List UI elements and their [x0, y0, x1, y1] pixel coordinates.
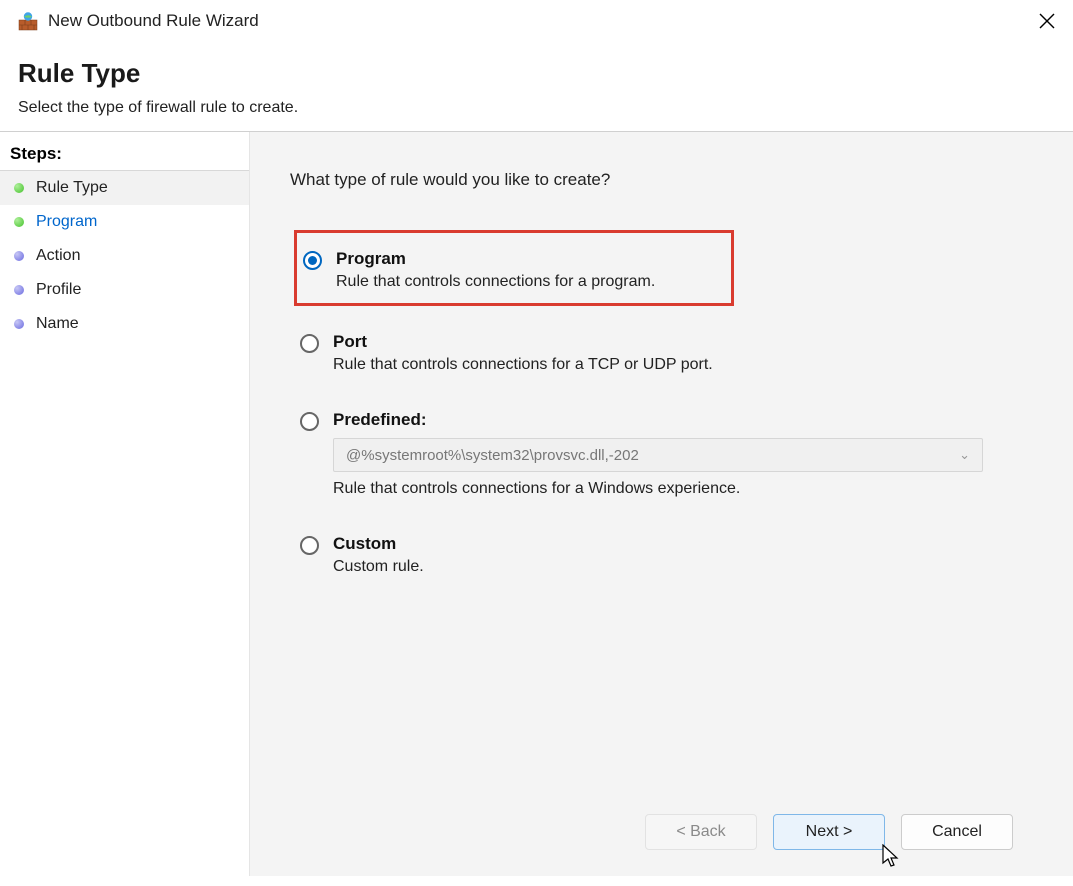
option-desc: Rule that controls connections for a Win…: [333, 480, 983, 498]
option-title: Port: [333, 332, 713, 352]
wizard-buttons: < Back Next > Cancel: [290, 794, 1043, 876]
page-subtitle: Select the type of firewall rule to crea…: [18, 99, 1055, 117]
option-title: Program: [336, 249, 655, 269]
option-desc: Custom rule.: [333, 558, 424, 576]
page-title: Rule Type: [18, 58, 1055, 89]
chevron-down-icon: ⌄: [959, 447, 970, 463]
cancel-button[interactable]: Cancel: [901, 814, 1013, 850]
steps-sidebar: Steps: Rule Type Program Action Profile …: [0, 132, 250, 876]
next-button[interactable]: Next >: [773, 814, 885, 850]
radio-predefined[interactable]: [300, 412, 319, 431]
step-label: Rule Type: [36, 179, 108, 197]
bullet-icon: [14, 285, 24, 295]
option-title: Custom: [333, 534, 424, 554]
option-predefined[interactable]: Predefined: @%systemroot%\system32\provs…: [294, 402, 1043, 504]
step-action[interactable]: Action: [0, 239, 249, 273]
dropdown-value: @%systemroot%\system32\provsvc.dll,-202: [346, 447, 639, 464]
radio-port[interactable]: [300, 334, 319, 353]
wizard-main: What type of rule would you like to crea…: [250, 132, 1073, 876]
wizard-body: Steps: Rule Type Program Action Profile …: [0, 132, 1073, 876]
steps-heading: Steps:: [0, 138, 249, 171]
predefined-dropdown[interactable]: @%systemroot%\system32\provsvc.dll,-202 …: [333, 438, 983, 472]
close-button[interactable]: [1033, 7, 1061, 35]
bullet-icon: [14, 183, 24, 193]
step-rule-type[interactable]: Rule Type: [0, 171, 249, 205]
option-desc: Rule that controls connections for a pro…: [336, 273, 655, 291]
bullet-icon: [14, 217, 24, 227]
step-label: Name: [36, 315, 79, 333]
option-title: Predefined:: [333, 410, 983, 430]
radio-custom[interactable]: [300, 536, 319, 555]
option-port[interactable]: Port Rule that controls connections for …: [294, 324, 1043, 380]
option-desc: Rule that controls connections for a TCP…: [333, 356, 713, 374]
bullet-icon: [14, 319, 24, 329]
step-program[interactable]: Program: [0, 205, 249, 239]
close-icon: [1039, 13, 1055, 29]
step-profile[interactable]: Profile: [0, 273, 249, 307]
step-label: Action: [36, 247, 80, 265]
page-header: Rule Type Select the type of firewall ru…: [0, 42, 1073, 131]
step-label: Profile: [36, 281, 81, 299]
back-button: < Back: [645, 814, 757, 850]
firewall-icon: [18, 11, 38, 31]
titlebar: New Outbound Rule Wizard: [0, 0, 1073, 42]
rule-type-options: Program Rule that controls connections f…: [294, 230, 1043, 604]
option-program[interactable]: Program Rule that controls connections f…: [294, 230, 734, 306]
rule-type-prompt: What type of rule would you like to crea…: [290, 170, 1043, 190]
window-title: New Outbound Rule Wizard: [48, 11, 259, 31]
bullet-icon: [14, 251, 24, 261]
step-name[interactable]: Name: [0, 307, 249, 341]
step-label[interactable]: Program: [36, 213, 97, 231]
radio-program[interactable]: [303, 251, 322, 270]
option-custom[interactable]: Custom Custom rule.: [294, 526, 1043, 582]
